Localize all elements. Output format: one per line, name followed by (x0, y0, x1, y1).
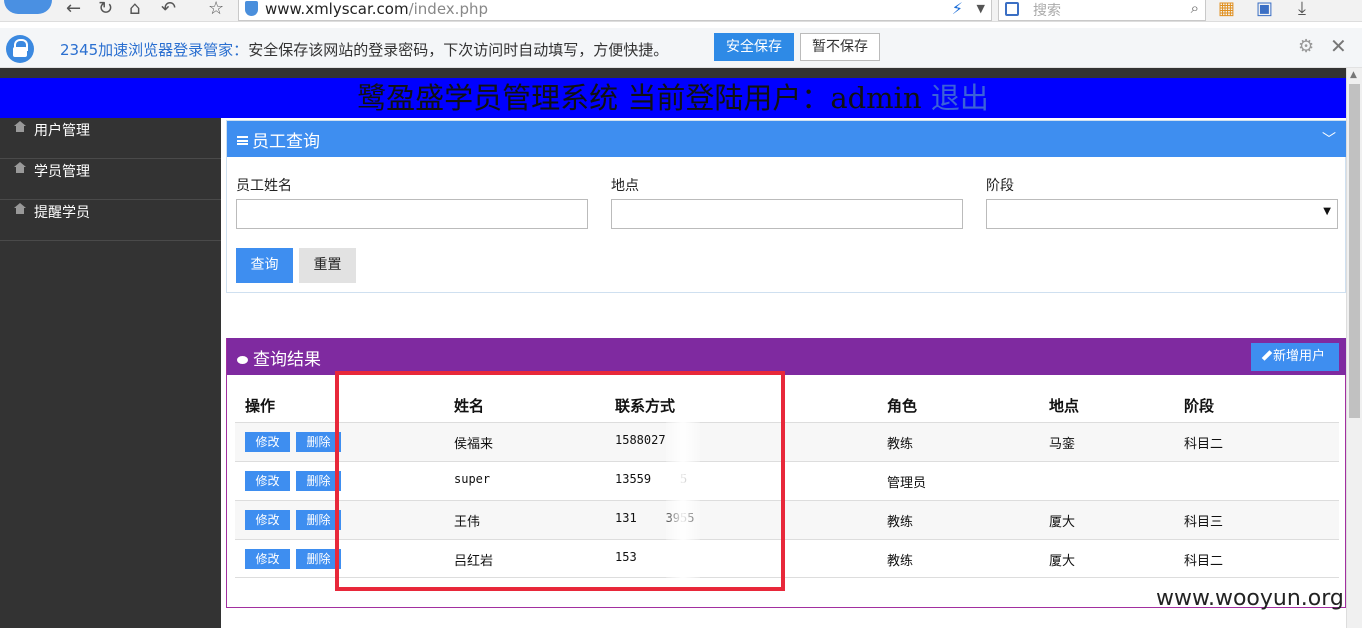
comment-icon (237, 356, 248, 364)
highlight-box (335, 371, 785, 591)
sidebar-item-user-management[interactable]: 用户管理 (0, 118, 221, 159)
back-icon[interactable]: ← (66, 0, 81, 20)
pencil-icon (1261, 350, 1273, 361)
lightning-icon[interactable]: ⚡ (952, 0, 963, 18)
results-panel-header: 查询结果 新增用户 (227, 338, 1347, 375)
menu-icon (237, 136, 248, 145)
sidebar-item-label: 提醒学员 (34, 205, 90, 221)
chevron-down-icon: ▼ (1323, 206, 1331, 217)
location-input[interactable] (611, 199, 963, 229)
query-panel-header[interactable]: 员工查询 ﹀ (227, 121, 1346, 157)
lock-icon (6, 35, 34, 63)
home-icon[interactable]: ⌂ (129, 0, 140, 20)
search-placeholder: 搜索 (1033, 3, 1061, 19)
home-icon (14, 121, 26, 135)
query-panel-title: 员工查询 (237, 127, 320, 152)
browser-search-box[interactable]: 搜索 ⌕ (998, 0, 1206, 21)
search-icon[interactable]: ⌕ (1191, 0, 1199, 17)
column-header: 阶段 (1184, 397, 1215, 415)
search-button[interactable]: 查询 (236, 248, 293, 283)
save-password-button[interactable]: 安全保存 (714, 33, 794, 61)
apps-icon[interactable]: ▦ (1218, 0, 1235, 20)
sidebar: 用户管理 学员管理 提醒学员 (0, 118, 221, 628)
cell-role: 教练 (887, 554, 914, 569)
column-header: 角色 (887, 397, 918, 415)
browser-toolbar: ← ↻ ⌂ ↶ ☆ www.xmlyscar.com/index.php ⚡ ▼… (0, 0, 1362, 22)
cell-role: 管理员 (887, 476, 927, 491)
column-header: 地点 (1049, 397, 1080, 415)
chevron-down-icon[interactable]: ▼ (977, 2, 985, 15)
edit-button[interactable]: 修改 (245, 510, 290, 530)
edit-button[interactable]: 修改 (245, 471, 290, 491)
collapse-icon[interactable]: ﹀ (1322, 129, 1336, 149)
sidebar-item-label: 用户管理 (34, 123, 90, 139)
search-engine-icon[interactable] (1005, 2, 1019, 16)
cell-role: 教练 (887, 437, 914, 452)
sidebar-item-student-management[interactable]: 学员管理 (0, 159, 221, 200)
password-save-bar: 2345加速浏览器登录管家：安全保存该网站的登录密码，下次访问时自动填写，方便快… (0, 28, 1362, 68)
dont-save-button[interactable]: 暂不保存 (800, 33, 880, 61)
stage-label: 阶段 (986, 178, 1014, 194)
scroll-up-icon[interactable]: ▲ (1350, 70, 1357, 80)
sidebar-item-remind-students[interactable]: 提醒学员 (0, 200, 221, 241)
page-header: 鹭盈盛学员管理系统 当前登陆用户：admin 退出 (0, 78, 1346, 118)
page-title: 鹭盈盛学员管理系统 当前登陆用户：admin 退出 (357, 81, 989, 115)
star-icon[interactable]: ☆ (208, 0, 224, 20)
address-bar[interactable]: www.xmlyscar.com/index.php ⚡ ▼ (238, 0, 992, 21)
scrollbar-thumb[interactable] (1349, 84, 1360, 418)
add-user-button[interactable]: 新增用户 (1251, 343, 1339, 371)
shield-icon (245, 1, 258, 16)
cell-location: 马銮 (1049, 437, 1076, 452)
cell-stage: 科目二 (1184, 437, 1224, 452)
screen-icon[interactable]: ▣ (1256, 0, 1273, 20)
top-strip (0, 68, 1346, 78)
logout-link[interactable]: 退出 (931, 81, 989, 115)
name-input[interactable] (236, 199, 588, 229)
cell-location: 厦大 (1049, 554, 1076, 569)
download-icon[interactable]: ⤓ (1298, 0, 1306, 20)
gear-icon[interactable]: ⚙ (1298, 36, 1314, 57)
location-label: 地点 (611, 178, 639, 194)
employee-query-panel: 员工查询 ﹀ 员工姓名 地点 阶段 ▼ 查询 重置 (226, 120, 1346, 293)
cell-stage: 科目三 (1184, 515, 1224, 530)
home-icon (14, 203, 26, 217)
edit-button[interactable]: 修改 (245, 432, 290, 452)
sidebar-item-label: 学员管理 (34, 164, 90, 180)
url-text: www.xmlyscar.com/index.php (265, 0, 488, 18)
password-bar-message: 2345加速浏览器登录管家：安全保存该网站的登录密码，下次访问时自动填写，方便快… (60, 41, 669, 59)
reload-icon[interactable]: ↻ (98, 0, 113, 20)
reset-button[interactable]: 重置 (299, 248, 356, 283)
close-icon[interactable]: ✕ (1330, 34, 1347, 58)
page-scrollbar[interactable]: ▲ (1346, 68, 1362, 628)
undo-icon[interactable]: ↶ (161, 0, 176, 20)
cell-role: 教练 (887, 515, 914, 530)
cell-location: 厦大 (1049, 515, 1076, 530)
edit-button[interactable]: 修改 (245, 549, 290, 569)
home-icon (14, 162, 26, 176)
browser-logo (4, 0, 52, 14)
results-panel-title: 查询结果 (237, 345, 321, 370)
name-label: 员工姓名 (236, 178, 292, 194)
watermark: www.wooyun.org (1156, 586, 1344, 611)
stage-select[interactable]: ▼ (986, 199, 1338, 229)
cell-stage: 科目二 (1184, 554, 1224, 569)
column-header: 操作 (245, 397, 276, 415)
